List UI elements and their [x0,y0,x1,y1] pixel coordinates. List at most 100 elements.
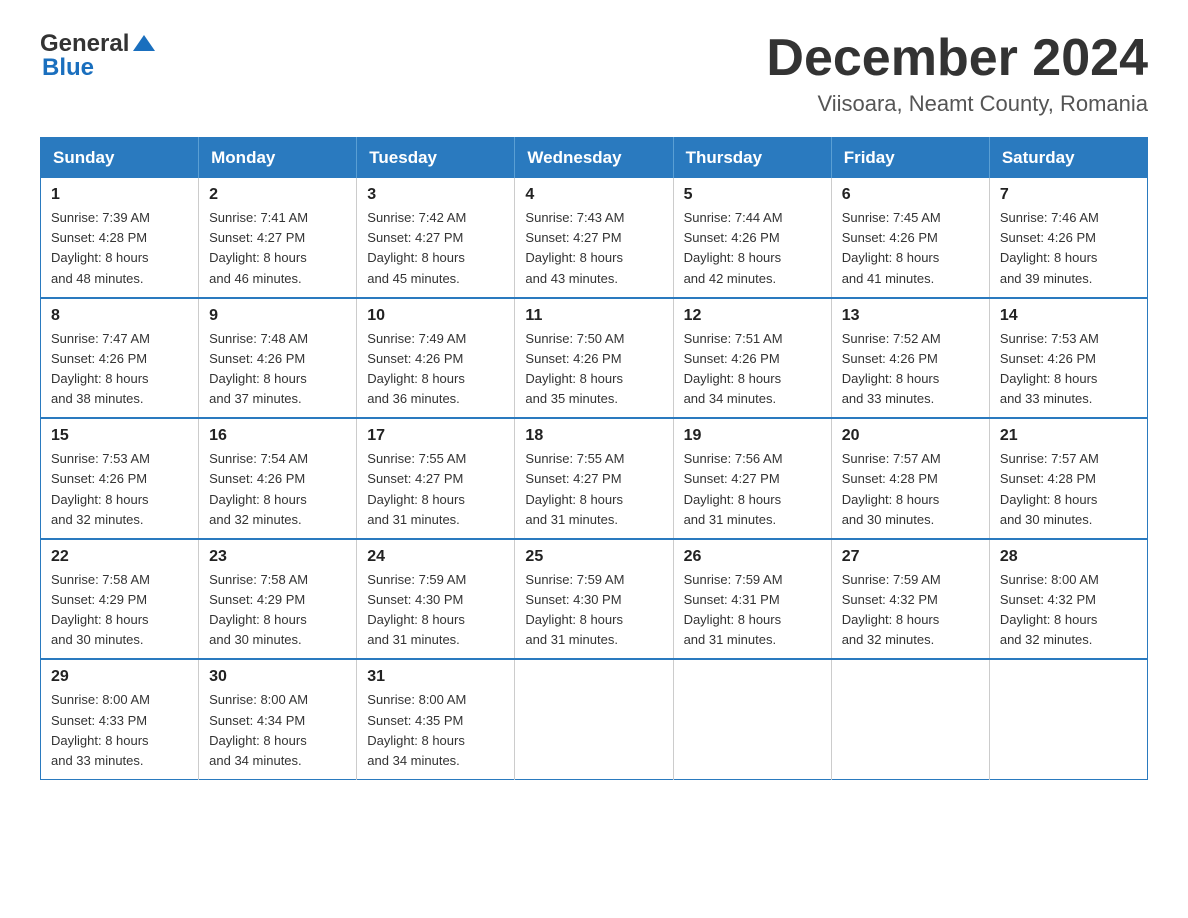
weekday-header-friday: Friday [831,138,989,179]
day-number: 9 [209,307,346,325]
day-number: 2 [209,186,346,204]
calendar-cell: 31 Sunrise: 8:00 AM Sunset: 4:35 PM Dayl… [357,659,515,779]
calendar-week-row: 29 Sunrise: 8:00 AM Sunset: 4:33 PM Dayl… [41,659,1148,779]
weekday-header-sunday: Sunday [41,138,199,179]
day-info: Sunrise: 7:57 AM Sunset: 4:28 PM Dayligh… [842,449,979,530]
day-number: 6 [842,186,979,204]
day-number: 8 [51,307,188,325]
day-info: Sunrise: 7:58 AM Sunset: 4:29 PM Dayligh… [51,570,188,651]
calendar-week-row: 15 Sunrise: 7:53 AM Sunset: 4:26 PM Dayl… [41,418,1148,539]
title-section: December 2024 Viisoara, Neamt County, Ro… [766,30,1148,117]
day-number: 21 [1000,427,1137,445]
logo: General Blue [40,30,155,82]
day-info: Sunrise: 7:44 AM Sunset: 4:26 PM Dayligh… [684,208,821,289]
day-number: 25 [525,548,662,566]
calendar-cell: 25 Sunrise: 7:59 AM Sunset: 4:30 PM Dayl… [515,539,673,660]
day-number: 7 [1000,186,1137,204]
weekday-header-thursday: Thursday [673,138,831,179]
calendar-week-row: 22 Sunrise: 7:58 AM Sunset: 4:29 PM Dayl… [41,539,1148,660]
day-number: 18 [525,427,662,445]
weekday-header-monday: Monday [199,138,357,179]
day-info: Sunrise: 7:55 AM Sunset: 4:27 PM Dayligh… [367,449,504,530]
day-number: 4 [525,186,662,204]
day-number: 28 [1000,548,1137,566]
calendar-cell: 15 Sunrise: 7:53 AM Sunset: 4:26 PM Dayl… [41,418,199,539]
day-info: Sunrise: 7:48 AM Sunset: 4:26 PM Dayligh… [209,329,346,410]
day-info: Sunrise: 7:39 AM Sunset: 4:28 PM Dayligh… [51,208,188,289]
day-info: Sunrise: 8:00 AM Sunset: 4:32 PM Dayligh… [1000,570,1137,651]
calendar-cell: 9 Sunrise: 7:48 AM Sunset: 4:26 PM Dayli… [199,298,357,419]
day-info: Sunrise: 7:56 AM Sunset: 4:27 PM Dayligh… [684,449,821,530]
weekday-header-saturday: Saturday [989,138,1147,179]
day-info: Sunrise: 7:43 AM Sunset: 4:27 PM Dayligh… [525,208,662,289]
day-number: 31 [367,668,504,686]
day-info: Sunrise: 7:47 AM Sunset: 4:26 PM Dayligh… [51,329,188,410]
calendar-cell: 7 Sunrise: 7:46 AM Sunset: 4:26 PM Dayli… [989,178,1147,298]
calendar-cell: 29 Sunrise: 8:00 AM Sunset: 4:33 PM Dayl… [41,659,199,779]
day-number: 20 [842,427,979,445]
day-number: 19 [684,427,821,445]
day-info: Sunrise: 7:53 AM Sunset: 4:26 PM Dayligh… [1000,329,1137,410]
day-number: 30 [209,668,346,686]
calendar-cell: 18 Sunrise: 7:55 AM Sunset: 4:27 PM Dayl… [515,418,673,539]
calendar-cell [515,659,673,779]
calendar-cell: 13 Sunrise: 7:52 AM Sunset: 4:26 PM Dayl… [831,298,989,419]
day-info: Sunrise: 7:59 AM Sunset: 4:32 PM Dayligh… [842,570,979,651]
day-info: Sunrise: 7:57 AM Sunset: 4:28 PM Dayligh… [1000,449,1137,530]
day-info: Sunrise: 7:58 AM Sunset: 4:29 PM Dayligh… [209,570,346,651]
calendar-week-row: 1 Sunrise: 7:39 AM Sunset: 4:28 PM Dayli… [41,178,1148,298]
calendar-cell: 6 Sunrise: 7:45 AM Sunset: 4:26 PM Dayli… [831,178,989,298]
day-number: 15 [51,427,188,445]
day-number: 22 [51,548,188,566]
calendar-cell: 26 Sunrise: 7:59 AM Sunset: 4:31 PM Dayl… [673,539,831,660]
day-number: 12 [684,307,821,325]
calendar-cell: 16 Sunrise: 7:54 AM Sunset: 4:26 PM Dayl… [199,418,357,539]
day-number: 14 [1000,307,1137,325]
calendar-cell: 17 Sunrise: 7:55 AM Sunset: 4:27 PM Dayl… [357,418,515,539]
day-info: Sunrise: 7:55 AM Sunset: 4:27 PM Dayligh… [525,449,662,530]
calendar-cell: 12 Sunrise: 7:51 AM Sunset: 4:26 PM Dayl… [673,298,831,419]
day-info: Sunrise: 7:46 AM Sunset: 4:26 PM Dayligh… [1000,208,1137,289]
calendar-cell: 23 Sunrise: 7:58 AM Sunset: 4:29 PM Dayl… [199,539,357,660]
day-number: 3 [367,186,504,204]
day-info: Sunrise: 7:49 AM Sunset: 4:26 PM Dayligh… [367,329,504,410]
calendar-table: SundayMondayTuesdayWednesdayThursdayFrid… [40,137,1148,780]
day-info: Sunrise: 7:59 AM Sunset: 4:30 PM Dayligh… [367,570,504,651]
day-info: Sunrise: 7:59 AM Sunset: 4:30 PM Dayligh… [525,570,662,651]
calendar-cell: 4 Sunrise: 7:43 AM Sunset: 4:27 PM Dayli… [515,178,673,298]
day-number: 23 [209,548,346,566]
calendar-cell: 21 Sunrise: 7:57 AM Sunset: 4:28 PM Dayl… [989,418,1147,539]
calendar-week-row: 8 Sunrise: 7:47 AM Sunset: 4:26 PM Dayli… [41,298,1148,419]
day-number: 29 [51,668,188,686]
day-info: Sunrise: 8:00 AM Sunset: 4:35 PM Dayligh… [367,690,504,771]
calendar-cell: 22 Sunrise: 7:58 AM Sunset: 4:29 PM Dayl… [41,539,199,660]
calendar-cell: 27 Sunrise: 7:59 AM Sunset: 4:32 PM Dayl… [831,539,989,660]
day-info: Sunrise: 7:50 AM Sunset: 4:26 PM Dayligh… [525,329,662,410]
calendar-cell: 11 Sunrise: 7:50 AM Sunset: 4:26 PM Dayl… [515,298,673,419]
day-info: Sunrise: 7:45 AM Sunset: 4:26 PM Dayligh… [842,208,979,289]
month-title: December 2024 [766,30,1148,87]
weekday-header-wednesday: Wednesday [515,138,673,179]
day-info: Sunrise: 8:00 AM Sunset: 4:34 PM Dayligh… [209,690,346,771]
calendar-cell: 14 Sunrise: 7:53 AM Sunset: 4:26 PM Dayl… [989,298,1147,419]
day-number: 5 [684,186,821,204]
day-info: Sunrise: 7:59 AM Sunset: 4:31 PM Dayligh… [684,570,821,651]
day-number: 13 [842,307,979,325]
day-number: 27 [842,548,979,566]
location-title: Viisoara, Neamt County, Romania [766,91,1148,117]
day-number: 17 [367,427,504,445]
day-info: Sunrise: 8:00 AM Sunset: 4:33 PM Dayligh… [51,690,188,771]
calendar-cell: 28 Sunrise: 8:00 AM Sunset: 4:32 PM Dayl… [989,539,1147,660]
day-number: 24 [367,548,504,566]
weekday-header-tuesday: Tuesday [357,138,515,179]
day-number: 1 [51,186,188,204]
day-info: Sunrise: 7:54 AM Sunset: 4:26 PM Dayligh… [209,449,346,530]
day-number: 10 [367,307,504,325]
weekday-header-row: SundayMondayTuesdayWednesdayThursdayFrid… [41,138,1148,179]
calendar-cell: 30 Sunrise: 8:00 AM Sunset: 4:34 PM Dayl… [199,659,357,779]
calendar-cell: 24 Sunrise: 7:59 AM Sunset: 4:30 PM Dayl… [357,539,515,660]
logo-blue-text: Blue [42,54,155,82]
calendar-cell: 8 Sunrise: 7:47 AM Sunset: 4:26 PM Dayli… [41,298,199,419]
calendar-cell: 3 Sunrise: 7:42 AM Sunset: 4:27 PM Dayli… [357,178,515,298]
day-info: Sunrise: 7:51 AM Sunset: 4:26 PM Dayligh… [684,329,821,410]
